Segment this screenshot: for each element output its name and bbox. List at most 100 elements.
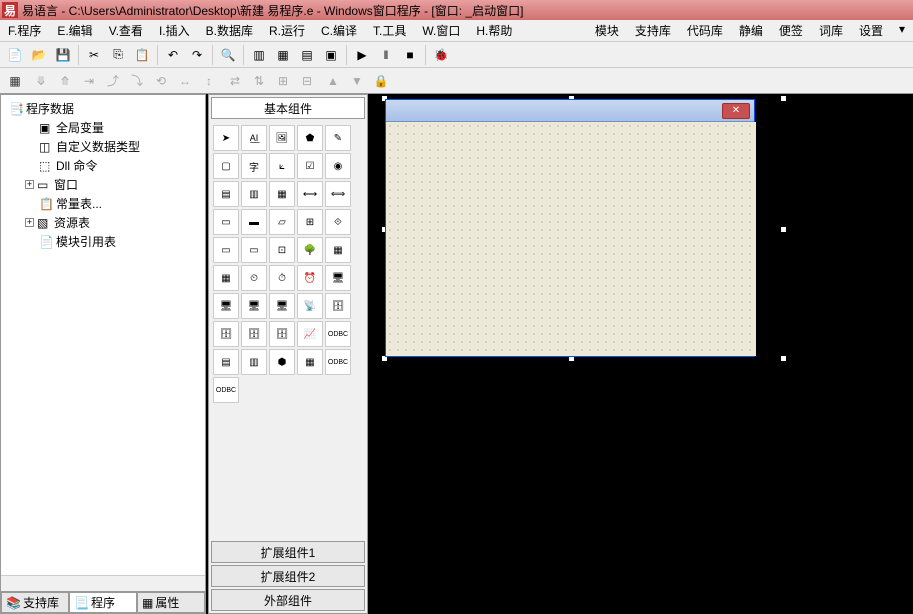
align-left-icon[interactable]: ⤋ bbox=[30, 70, 52, 92]
comp-sock3-icon[interactable]: 🖥 bbox=[241, 293, 267, 319]
comp-calendar-icon[interactable]: ⊡ bbox=[269, 237, 295, 263]
comp-pointer-icon[interactable]: ➤ bbox=[213, 125, 239, 151]
menu-support-lib[interactable]: 支持库 bbox=[631, 20, 675, 41]
comp-db3-icon[interactable]: 🗄 bbox=[241, 321, 267, 347]
new-file-icon[interactable]: 📄 bbox=[4, 44, 26, 66]
expand-icon[interactable]: + bbox=[25, 218, 34, 227]
menu-notes[interactable]: 便签 bbox=[775, 20, 807, 41]
menu-view[interactable]: V.查看 bbox=[105, 20, 147, 41]
tab-support-lib[interactable]: 📚支持库 bbox=[1, 592, 69, 613]
comp-grid-icon[interactable]: ▦ bbox=[325, 237, 351, 263]
comp-tab-icon[interactable]: ⊞ bbox=[297, 209, 323, 235]
comp-chart-icon[interactable]: ▥ bbox=[241, 349, 267, 375]
menu-settings[interactable]: 设置 bbox=[855, 20, 887, 41]
form-designer[interactable]: ✕ bbox=[370, 94, 913, 614]
comp-col-icon[interactable]: ▦ bbox=[297, 349, 323, 375]
comp-rich-icon[interactable]: ▦ bbox=[213, 265, 239, 291]
comp-text-icon[interactable]: 字 bbox=[241, 153, 267, 179]
menu-run[interactable]: R.运行 bbox=[265, 20, 309, 41]
run-icon[interactable]: ▶ bbox=[351, 44, 373, 66]
menu-module[interactable]: 模块 bbox=[591, 20, 623, 41]
comp-hscroll-icon[interactable]: ⟷ bbox=[297, 181, 323, 207]
comp-odbc1-icon[interactable]: ODBC bbox=[325, 321, 351, 347]
tree-root[interactable]: 📑 程序数据 bbox=[5, 99, 201, 118]
lock-icon[interactable]: 🔒 bbox=[370, 70, 392, 92]
comp-image-icon[interactable]: 🖼 bbox=[269, 125, 295, 151]
menu-window[interactable]: W.窗口 bbox=[418, 20, 464, 41]
menu-database[interactable]: B.数据库 bbox=[202, 20, 257, 41]
tree-item-const[interactable]: 📋常量表... bbox=[21, 194, 201, 213]
comp-group1-icon[interactable]: ▭ bbox=[213, 209, 239, 235]
same-width-icon[interactable]: ↔ bbox=[174, 70, 196, 92]
cut-icon[interactable]: ✂ bbox=[83, 44, 105, 66]
design-form-window[interactable]: ✕ bbox=[385, 99, 755, 357]
menu-code-lib[interactable]: 代码库 bbox=[683, 20, 727, 41]
align-middle-icon[interactable]: ⤵ bbox=[126, 70, 148, 92]
comp-frame-icon[interactable]: ▢ bbox=[213, 153, 239, 179]
tree-item-resource[interactable]: +▧资源表 bbox=[21, 213, 201, 232]
tab-program[interactable]: 📃程序 bbox=[69, 592, 137, 613]
comp-vscroll-icon[interactable]: ⟺ bbox=[325, 181, 351, 207]
menu-static-compile[interactable]: 静编 bbox=[735, 20, 767, 41]
tree-item-types[interactable]: ◫自定义数据类型 bbox=[21, 137, 201, 156]
comp-link-icon[interactable]: 📈 bbox=[297, 321, 323, 347]
comp-db4-icon[interactable]: 🗄 bbox=[269, 321, 295, 347]
comp-icon-icon[interactable]: ⬢ bbox=[269, 349, 295, 375]
same-height-icon[interactable]: ↕ bbox=[198, 70, 220, 92]
tree-item-dll[interactable]: ⬚Dll 命令 bbox=[21, 156, 201, 175]
comp-date-icon[interactable]: ▭ bbox=[241, 237, 267, 263]
comp-line-icon[interactable]: ⟀ bbox=[269, 153, 295, 179]
tree-scrollbar[interactable] bbox=[1, 575, 205, 591]
comp-list-icon[interactable]: ▤ bbox=[213, 181, 239, 207]
comp-progress-icon[interactable]: ▱ bbox=[269, 209, 295, 235]
comp-timer-icon[interactable]: ⏲ bbox=[241, 265, 267, 291]
comp-db2-icon[interactable]: 🗄 bbox=[213, 321, 239, 347]
design-form-body[interactable] bbox=[386, 122, 756, 356]
comp-radio-icon[interactable]: ◉ bbox=[325, 153, 351, 179]
paste-icon[interactable]: 📋 bbox=[131, 44, 153, 66]
send-back-icon[interactable]: ▼ bbox=[346, 70, 368, 92]
menu-dropdown-icon[interactable]: ▾ bbox=[895, 20, 909, 41]
center-v-icon[interactable]: ⊟ bbox=[296, 70, 318, 92]
layout4-icon[interactable]: ▣ bbox=[320, 44, 342, 66]
menu-compile[interactable]: C.编译 bbox=[317, 20, 361, 41]
comp-combo-icon[interactable]: ▥ bbox=[241, 181, 267, 207]
comp-net-icon[interactable]: 📡 bbox=[297, 293, 323, 319]
comp-sock1-icon[interactable]: 🖥 bbox=[325, 265, 351, 291]
comp-panel-icon[interactable]: ▭ bbox=[213, 237, 239, 263]
comp-label-icon[interactable]: A̲I̲ bbox=[241, 125, 267, 151]
comp-shape-icon[interactable]: ⬟ bbox=[297, 125, 323, 151]
vspace-icon[interactable]: ⇅ bbox=[248, 70, 270, 92]
resize-handle-se[interactable] bbox=[780, 355, 787, 362]
resize-handle-ne[interactable] bbox=[780, 95, 787, 102]
component-tab-ext1[interactable]: 扩展组件1 bbox=[211, 541, 365, 563]
comp-time-icon[interactable]: ⏱ bbox=[269, 265, 295, 291]
menu-dict[interactable]: 词库 bbox=[815, 20, 847, 41]
project-tree[interactable]: 📑 程序数据 ▣全局变量 ◫自定义数据类型 ⬚Dll 命令 +▭窗口 📋常量表.… bbox=[1, 95, 205, 575]
tab-properties[interactable]: ▦属性 bbox=[137, 592, 205, 613]
menu-program[interactable]: F.程序 bbox=[4, 20, 45, 41]
copy-icon[interactable]: ⎘ bbox=[107, 44, 129, 66]
comp-odbc3-icon[interactable]: ODBC bbox=[213, 377, 239, 403]
menu-edit[interactable]: E.编辑 bbox=[53, 20, 96, 41]
menu-help[interactable]: H.帮助 bbox=[472, 20, 516, 41]
tree-item-windows[interactable]: +▭窗口 bbox=[21, 175, 201, 194]
find-icon[interactable]: 🔍 bbox=[217, 44, 239, 66]
layout2-icon[interactable]: ▦ bbox=[272, 44, 294, 66]
close-icon[interactable]: ✕ bbox=[722, 103, 750, 119]
comp-group2-icon[interactable]: ▬ bbox=[241, 209, 267, 235]
layout1-icon[interactable]: ▥ bbox=[248, 44, 270, 66]
align-bottom-icon[interactable]: ⟲ bbox=[150, 70, 172, 92]
comp-edit-icon[interactable]: ▦ bbox=[269, 181, 295, 207]
design-form-titlebar[interactable]: ✕ bbox=[386, 100, 754, 122]
comp-sock4-icon[interactable]: 🖥 bbox=[269, 293, 295, 319]
comp-check-icon[interactable]: ☑ bbox=[297, 153, 323, 179]
pause-icon[interactable]: ‖ bbox=[375, 44, 397, 66]
expand-icon[interactable]: + bbox=[25, 180, 34, 189]
debug-icon[interactable]: 🐞 bbox=[430, 44, 452, 66]
center-h-icon[interactable]: ⊞ bbox=[272, 70, 294, 92]
bring-front-icon[interactable]: ▲ bbox=[322, 70, 344, 92]
align-top-icon[interactable]: ⤴ bbox=[102, 70, 124, 92]
tree-item-modref[interactable]: 📄模块引用表 bbox=[21, 232, 201, 251]
comp-report-icon[interactable]: ▤ bbox=[213, 349, 239, 375]
